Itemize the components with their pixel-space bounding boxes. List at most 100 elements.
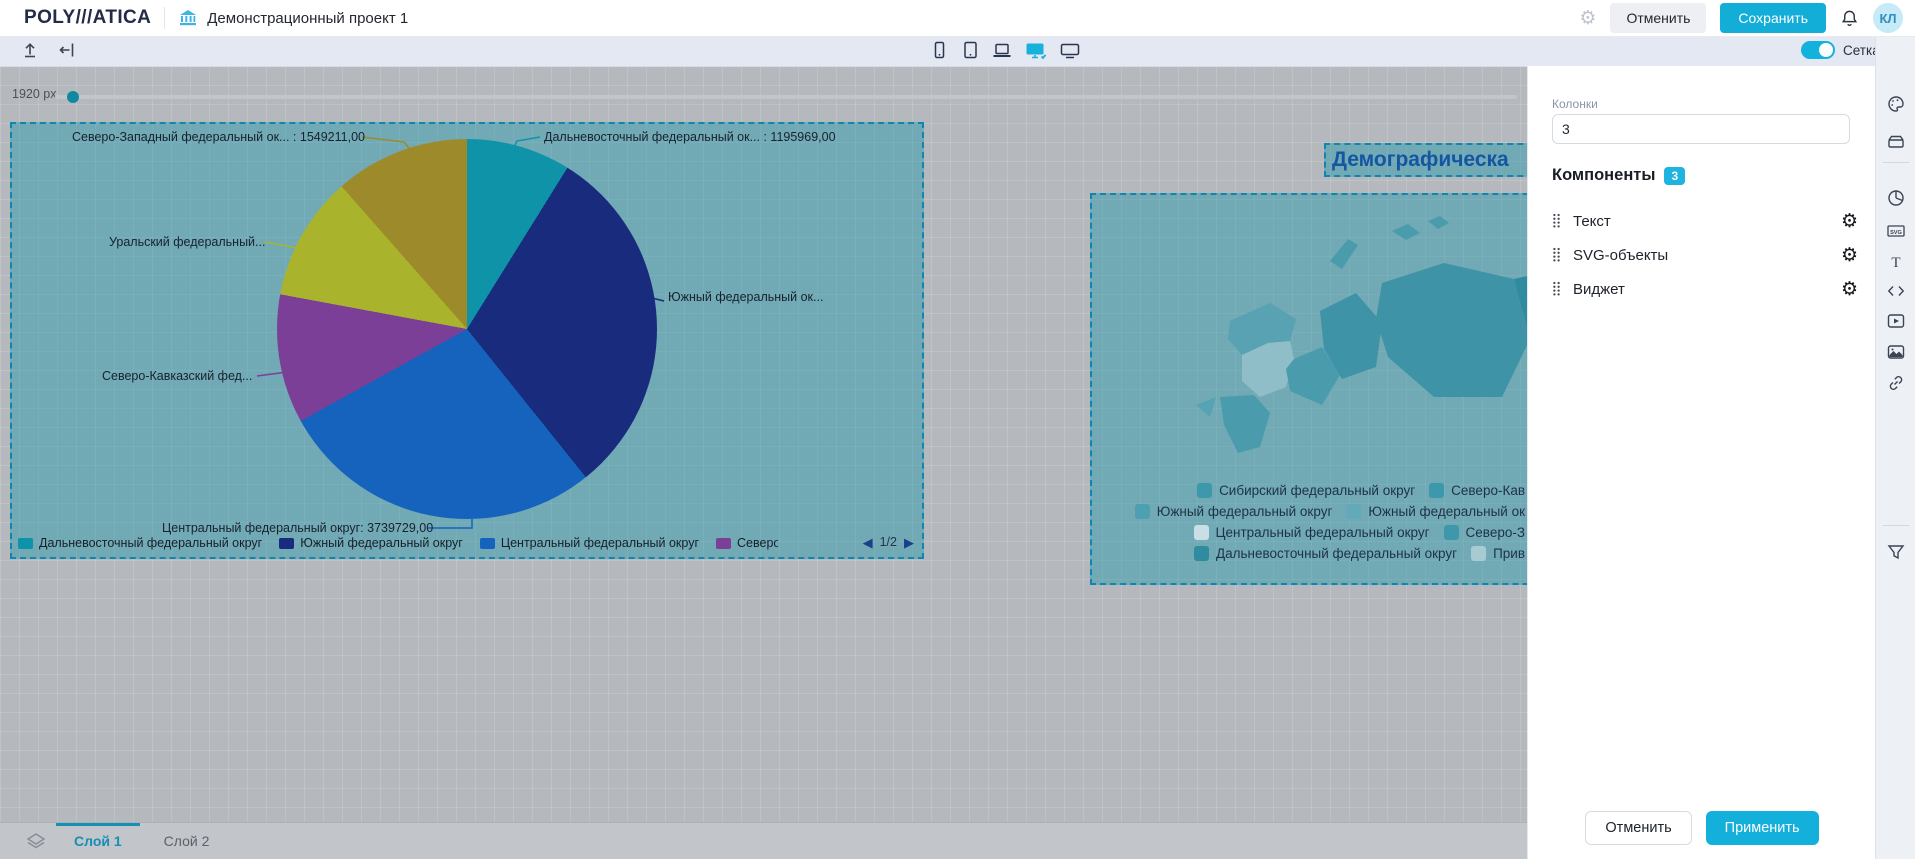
panel-cancel-button[interactable]: Отменить: [1585, 811, 1691, 845]
legend-label: Центральный федеральный округ: [1216, 525, 1430, 540]
canvas-width-slider-track[interactable]: [55, 95, 1517, 99]
legend-color-swatch: [1197, 483, 1212, 498]
map-legend-item[interactable]: Сибирский федеральный округ: [1197, 483, 1415, 498]
pie-legend-item[interactable]: Дальневосточный федеральный округ: [18, 536, 262, 550]
panel-apply-button[interactable]: Применить: [1706, 811, 1819, 845]
map-legend: Сибирский федеральный округ Северо-Кав Южн…: [1135, 483, 1525, 561]
map-legend-item[interactable]: Южный федеральный ок: [1346, 504, 1525, 519]
legend-color-swatch: [1471, 546, 1486, 561]
user-avatar[interactable]: КЛ: [1873, 3, 1903, 33]
component-settings-icon[interactable]: ⚙: [1841, 212, 1858, 231]
map-legend-item[interactable]: Центральный федеральный округ: [1194, 525, 1430, 540]
layer-tab-2[interactable]: Слой 2: [156, 823, 218, 859]
pie-legend-pager: ◀ 1/2 ▶: [863, 535, 914, 549]
device-preview-switcher: [929, 40, 1081, 60]
filter-icon[interactable]: [1886, 542, 1906, 562]
columns-input[interactable]: [1552, 114, 1850, 144]
polymatica-logo: POLY///ATICA: [24, 7, 151, 29]
project-title: Демонстрационный проект 1: [207, 10, 408, 27]
move-left-icon[interactable]: [57, 40, 77, 60]
settings-panel: Колонки Компоненты 3 Текст⚙SVG-объекты⚙В…: [1527, 66, 1876, 859]
legend-label: Дальневосточный федеральный округ: [1216, 546, 1457, 561]
layers-icon[interactable]: [26, 831, 46, 851]
header-divider: [164, 7, 165, 29]
device-laptop-icon[interactable]: [991, 40, 1013, 60]
grid-toggle[interactable]: [1801, 41, 1835, 59]
video-icon[interactable]: [1886, 311, 1906, 331]
drag-handle-icon[interactable]: [1552, 247, 1561, 263]
sidebar-divider: [1883, 162, 1909, 163]
legend-color-swatch: [1429, 483, 1444, 498]
settings-gear-icon[interactable]: ⚙: [1579, 9, 1596, 28]
legend-prev-icon[interactable]: ◀: [863, 536, 873, 549]
legend-color-swatch: [1194, 525, 1209, 540]
device-desktop-icon-active[interactable]: [1024, 40, 1048, 60]
component-settings-icon[interactable]: ⚙: [1841, 280, 1858, 299]
pie-callout-label: Северо-Кавказский фед...: [102, 369, 252, 383]
map-legend-item[interactable]: Дальневосточный федеральный округ: [1194, 546, 1457, 561]
dashboard-title-text: Демографическа: [1332, 148, 1509, 172]
drag-handle-icon[interactable]: [1552, 213, 1561, 229]
widgets-box-icon[interactable]: [1886, 131, 1906, 151]
text-tool-icon[interactable]: T: [1886, 252, 1906, 272]
legend-color-swatch: [18, 538, 33, 549]
svg-text:SVG: SVG: [1890, 230, 1902, 236]
legend-color-swatch: [480, 538, 495, 549]
pie-chart-tool-icon[interactable]: [1886, 188, 1906, 208]
pie-callout-label: Уральский федеральный...: [109, 235, 265, 249]
columns-label: Колонки: [1552, 97, 1598, 111]
map-legend-item[interactable]: Южный федеральный округ: [1135, 504, 1333, 519]
legend-next-icon[interactable]: ▶: [904, 536, 914, 549]
components-list: Текст⚙SVG-объекты⚙Виджет⚙: [1552, 204, 1858, 306]
header-cancel-button[interactable]: Отменить: [1610, 3, 1706, 33]
layer-tabs: Слой 1 Слой 2: [66, 823, 217, 859]
canvas-width-slider-knob[interactable]: [67, 91, 79, 103]
device-phone-icon[interactable]: [929, 40, 949, 60]
component-label: SVG-объекты: [1573, 247, 1829, 264]
design-canvas[interactable]: 1920 px Дальневосточный федеральный окру…: [0, 66, 1527, 859]
pie-legend-item[interactable]: Южный федеральный округ: [279, 536, 463, 550]
pie-legend-item[interactable]: Центральный федеральный округ: [480, 536, 699, 550]
map-legend-item[interactable]: Северо-З: [1444, 525, 1525, 540]
legend-color-swatch: [1346, 504, 1361, 519]
canvas-width-label: 1920 px: [12, 87, 56, 101]
component-row[interactable]: SVG-объекты ⚙: [1552, 238, 1858, 272]
device-tablet-icon[interactable]: [960, 40, 980, 60]
header-save-button[interactable]: Сохранить: [1720, 3, 1826, 33]
legend-page-indicator: 1/2: [880, 535, 897, 549]
pie-legend: Дальневосточный федеральный округ Южный ф…: [18, 536, 778, 550]
layer-tab-1[interactable]: Слой 1: [66, 823, 130, 859]
legend-color-swatch: [1444, 525, 1459, 540]
legend-label: Прив: [1493, 546, 1525, 561]
pie-legend-item[interactable]: Северо-Кавказс: [716, 536, 778, 550]
components-count-badge: 3: [1664, 167, 1685, 185]
upload-icon[interactable]: [20, 40, 40, 60]
component-row[interactable]: Текст⚙: [1552, 204, 1858, 238]
component-row[interactable]: Виджет⚙: [1552, 272, 1858, 306]
pie-callout-label: Дальневосточный федеральный ок... : 1195…: [544, 130, 836, 144]
project-bank-icon: [178, 8, 198, 28]
map-legend-row: Сибирский федеральный округ Северо-Кав: [1197, 483, 1525, 498]
map-legend-row: Южный федеральный округ Южный федеральный…: [1135, 504, 1525, 519]
legend-label: Южный федеральный округ: [1157, 504, 1333, 519]
pie-callout-label: Южный федеральный ок...: [668, 290, 823, 304]
map-legend-item[interactable]: Прив: [1471, 546, 1525, 561]
svg-text:T: T: [1891, 255, 1900, 271]
svg-object-icon[interactable]: SVG: [1885, 221, 1907, 241]
pie-chart-widget[interactable]: Дальневосточный федеральный округ Южный ф…: [10, 122, 924, 559]
palette-icon[interactable]: [1886, 94, 1906, 114]
app-root: POLY///ATICA Демонстрационный проект 1 ⚙…: [0, 0, 1915, 859]
drag-handle-icon[interactable]: [1552, 281, 1561, 297]
link-icon[interactable]: [1886, 373, 1906, 393]
notifications-bell-icon[interactable]: [1840, 8, 1859, 28]
pie-chart[interactable]: [277, 139, 657, 519]
code-icon[interactable]: [1886, 281, 1906, 301]
top-header: POLY///ATICA Демонстрационный проект 1 ⚙…: [0, 0, 1915, 37]
image-icon[interactable]: [1886, 342, 1906, 362]
map-widget[interactable]: Сибирский федеральный округ Северо-Кав Южн…: [1090, 193, 1527, 585]
map-legend-row: Центральный федеральный округ Северо-З: [1194, 525, 1526, 540]
text-component[interactable]: Демографическа: [1324, 143, 1527, 177]
device-widescreen-icon[interactable]: [1059, 40, 1081, 60]
component-settings-icon[interactable]: ⚙: [1841, 246, 1858, 265]
map-legend-item[interactable]: Северо-Кав: [1429, 483, 1525, 498]
